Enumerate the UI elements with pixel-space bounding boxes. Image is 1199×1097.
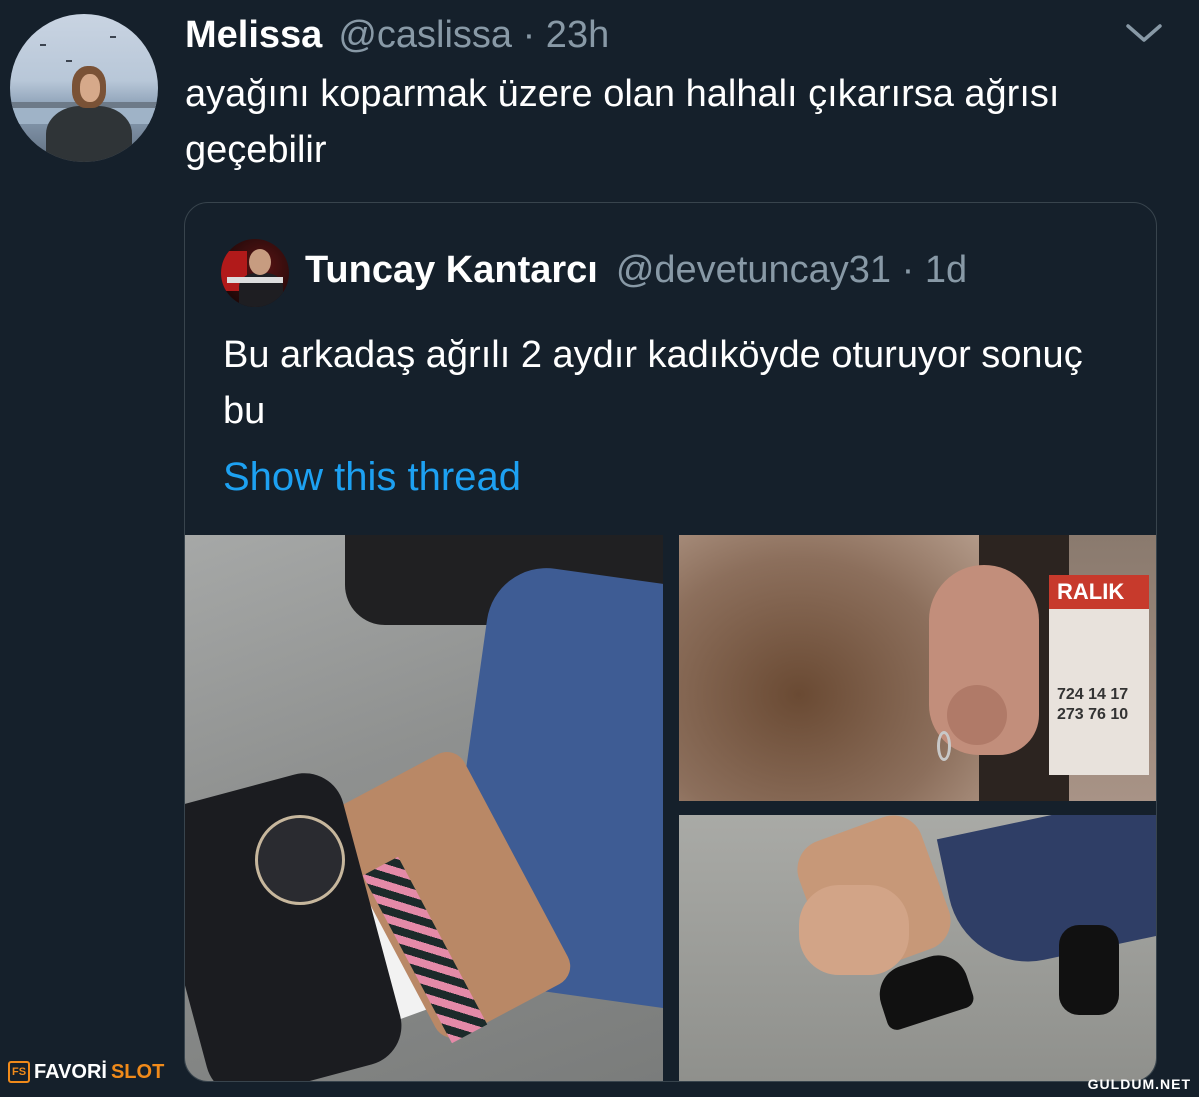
photo-element [936,815,1156,977]
watermark-guldum: GULDUM.NET [1087,1076,1191,1092]
photo-element [255,815,345,905]
quoted-tweet-text: Bu arkadaş ağrılı 2 aydır kadıköyde otur… [223,334,1083,432]
sign-text: RALIK [1057,579,1125,604]
tweet-text: ayağını koparmak üzere olan halhalı çıka… [185,73,1060,171]
photo-element [1059,925,1119,1015]
chevron-down-icon[interactable] [1124,18,1164,48]
watermark-text: SLOT [110,1060,165,1083]
watermark-logo-icon: FS [8,1061,30,1083]
photo-ankle-bracelet[interactable] [185,535,663,1081]
avatar-person [249,249,271,275]
watermark-text: FAVORİ [34,1060,107,1083]
quoted-tweet-card[interactable]: Tuncay Kantarcı @devetuncay31 · 1d Bu ar… [184,202,1157,1082]
quoted-author-name[interactable]: Tuncay Kantarcı [305,249,598,292]
quoted-author-handle-time[interactable]: @devetuncay31 · 1d [616,249,967,292]
avatar-person [46,106,132,162]
photo-sign [1049,575,1149,775]
photo-element [799,885,909,975]
sign-numbers: 724 14 17 273 76 10 [1057,685,1128,725]
photo-wrist-bracelet[interactable] [679,815,1156,1081]
tweet-header: Melissa @caslissa · 23h [185,14,609,57]
avatar-banner [227,277,283,283]
bird-shape [110,36,116,38]
author-name[interactable]: Melissa [185,14,322,57]
watermark-favorislot: FS FAVORİ SLOT [8,1060,164,1084]
quoted-tweet-header: Tuncay Kantarcı @devetuncay31 · 1d [305,249,967,292]
quoted-author-avatar[interactable] [221,239,289,307]
sign-number: 273 76 10 [1057,706,1129,723]
sign-number: 724 14 17 [1057,686,1129,703]
earring-shape [937,731,951,761]
bird-shape [40,44,46,46]
tweet-page: Melissa @caslissa · 23h ayağını koparmak… [0,0,1199,1097]
photo-ear-earring[interactable]: RALIK 724 14 17 273 76 10 [679,535,1156,801]
profile-avatar[interactable] [10,14,158,162]
bird-shape [66,60,72,62]
author-handle-time[interactable]: @caslissa · 23h [338,14,609,57]
avatar-person [80,74,100,102]
show-thread-link[interactable]: Show this thread [223,455,521,500]
photo-element [947,685,1007,745]
